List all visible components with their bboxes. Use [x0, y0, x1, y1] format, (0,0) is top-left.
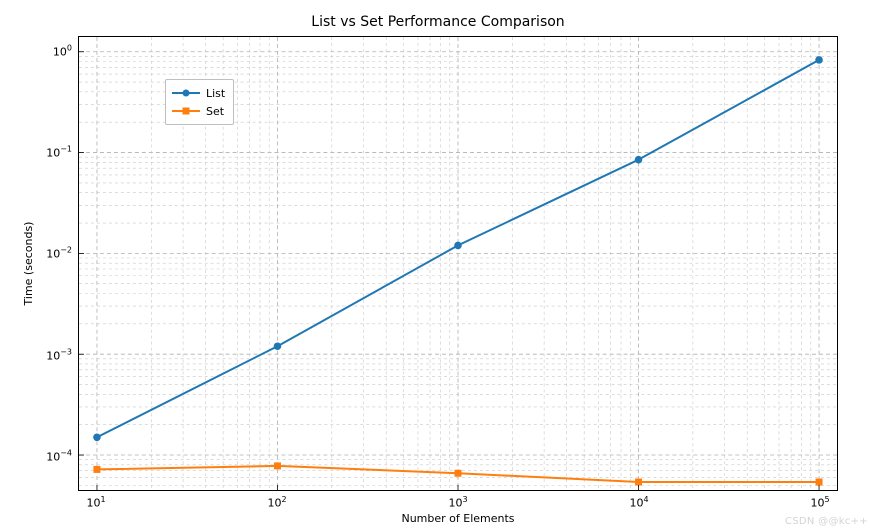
legend-label-set: Set	[206, 105, 224, 118]
legend-item-list: List	[172, 84, 225, 102]
chart-title: List vs Set Performance Comparison	[0, 14, 876, 30]
legend-label-list: List	[206, 87, 225, 100]
x-tick: 104	[629, 495, 648, 510]
legend-swatch-list	[172, 86, 200, 100]
x-tick: 101	[86, 495, 105, 510]
x-tick: 103	[448, 495, 467, 510]
x-tick: 105	[810, 495, 829, 510]
legend: List Set	[165, 79, 234, 125]
y-tick: 100	[38, 43, 72, 58]
chart-canvas: List vs Set Performance Comparison List	[0, 0, 876, 531]
y-tick: 10−4	[38, 449, 72, 464]
y-axis-label: Time (seconds)	[22, 36, 35, 491]
y-tick: 10−2	[38, 246, 72, 261]
legend-swatch-set	[172, 104, 200, 118]
legend-item-set: Set	[172, 102, 225, 120]
y-tick: 10−3	[38, 347, 72, 362]
plot-area: List Set	[78, 36, 838, 491]
x-axis-label: Number of Elements	[78, 512, 838, 525]
watermark: CSDN @@kc++	[785, 516, 868, 527]
y-tick: 10−1	[38, 145, 72, 160]
x-tick: 102	[267, 495, 286, 510]
